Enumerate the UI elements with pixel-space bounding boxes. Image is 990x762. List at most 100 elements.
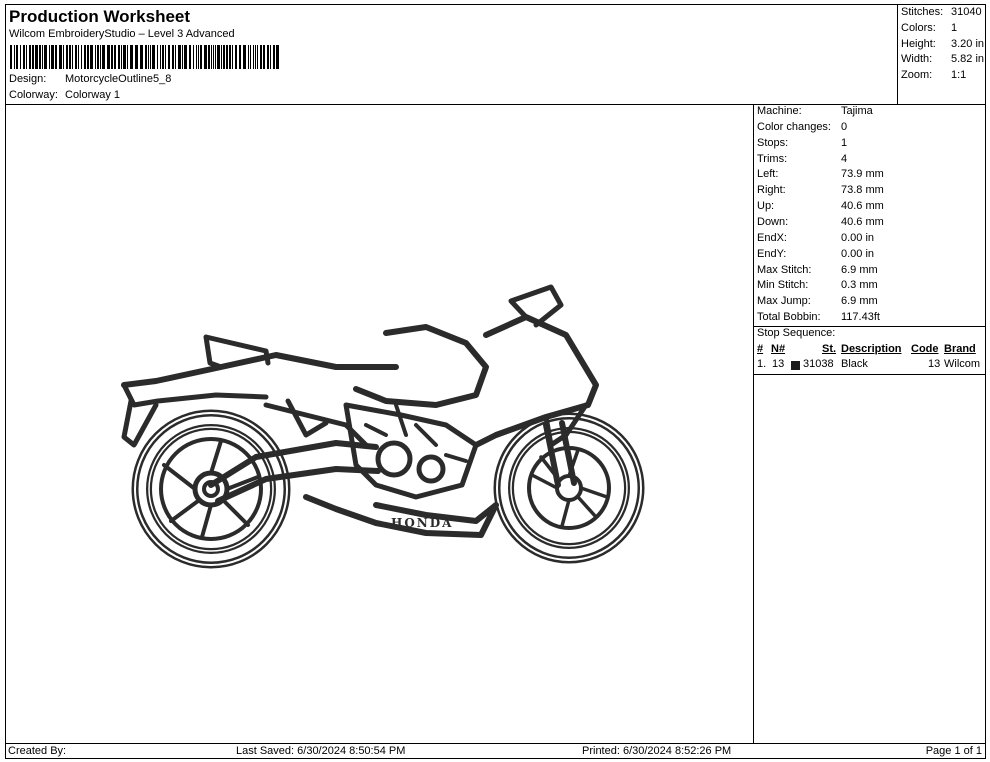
- info-label: Stops:: [757, 137, 789, 149]
- barcode-bar: [20, 45, 21, 69]
- barcode-bar: [114, 45, 116, 69]
- design-label: Design:: [9, 73, 47, 85]
- barcode-bar: [162, 45, 164, 69]
- barcode-bar: [35, 45, 38, 69]
- last-saved: Last Saved: 6/30/2024 8:50:54 PM: [236, 745, 406, 757]
- barcode-bar: [196, 45, 197, 69]
- barcode-bar: [248, 45, 249, 69]
- rear-wheel: [131, 409, 291, 569]
- colorway-name: Colorway 1: [65, 89, 121, 101]
- summary-label: Stitches:: [901, 6, 944, 18]
- summary-colors: Colors: 1: [901, 22, 957, 34]
- barcode-bar: [51, 45, 54, 69]
- col-code: Code: [911, 343, 939, 355]
- barcode-bar: [253, 45, 254, 69]
- col-needle: N#: [771, 343, 786, 355]
- worksheet-header: Production Worksheet Wilcom EmbroiderySt…: [6, 5, 897, 105]
- barcode-bar: [87, 45, 89, 69]
- info-row: Machine: Tajima: [757, 105, 873, 117]
- row-needle: 13: [772, 358, 785, 370]
- barcode-bar: [75, 45, 77, 69]
- barcode-bar: [152, 45, 155, 69]
- summary-value: 1: [951, 22, 958, 34]
- col-index: #: [757, 343, 764, 355]
- info-label: EndY:: [757, 248, 787, 260]
- barcode-bar: [226, 45, 228, 69]
- barcode-bar: [145, 45, 147, 69]
- page-number: Page 1 of 1: [925, 745, 982, 757]
- info-value: 1: [841, 137, 848, 149]
- worksheet-footer: Created By: Last Saved: 6/30/2024 8:50:5…: [6, 743, 985, 758]
- row-index: 1.: [757, 358, 767, 370]
- summary-label: Height:: [901, 38, 936, 50]
- front-wheel: [493, 412, 645, 564]
- barcode-bar: [211, 45, 212, 69]
- barcode-bar: [90, 45, 93, 69]
- info-value: 40.6 mm: [841, 200, 884, 212]
- barcode-bar: [215, 45, 216, 69]
- info-row: Total Bobbin: 117.43ft: [757, 311, 880, 323]
- barcode-bar: [107, 45, 110, 69]
- info-label: Trims:: [757, 153, 788, 165]
- info-row: Right: 73.8 mm: [757, 184, 884, 196]
- barcode-bar: [16, 45, 18, 69]
- tail-section: [121, 352, 399, 388]
- barcode-bar: [204, 45, 207, 69]
- barcode-bar: [193, 45, 194, 69]
- barcode-bar: [200, 45, 202, 69]
- info-row: Down: 40.6 mm: [757, 216, 884, 228]
- barcode-bar: [100, 45, 101, 69]
- colorway-label: Colorway:: [9, 89, 58, 101]
- barcode-bar: [208, 45, 210, 69]
- barcode-bar: [32, 45, 34, 69]
- summary-zoom: Zoom: 1:1: [901, 69, 966, 81]
- stop-sequence-title: Stop Sequence:: [757, 327, 836, 339]
- barcode-bar: [59, 45, 62, 69]
- stop-table-header: # N# St. Description Code Brand: [754, 343, 985, 359]
- barcode-bar: [130, 45, 133, 69]
- info-value: 6.9 mm: [841, 264, 878, 276]
- barcode-bar: [178, 45, 181, 69]
- col-stitches: St.: [822, 343, 837, 355]
- info-value: 73.9 mm: [841, 168, 884, 180]
- summary-stitches: Stitches: 31040: [901, 6, 982, 18]
- barcode-bar: [260, 45, 262, 69]
- created-by: Created By:: [8, 745, 67, 757]
- barcode-bar: [168, 45, 170, 69]
- barcode-bar: [165, 45, 166, 69]
- barcode-bar: [184, 45, 187, 69]
- barcode-bar: [150, 45, 151, 69]
- info-value: 0.00 in: [841, 248, 875, 260]
- barcode-bar: [148, 45, 149, 69]
- barcode-bar: [23, 45, 25, 69]
- barcode-bar: [127, 45, 128, 69]
- barcode-bar: [29, 45, 31, 69]
- barcode-bar: [63, 45, 64, 69]
- info-value: 0: [841, 121, 848, 133]
- summary-value: 31040: [951, 6, 982, 18]
- barcode-bar: [69, 45, 71, 69]
- barcode-bar: [118, 45, 120, 69]
- info-label: Color changes:: [757, 121, 831, 133]
- barcode-bar: [229, 45, 231, 69]
- barcode-bar: [273, 45, 275, 69]
- info-value: 73.8 mm: [841, 184, 884, 196]
- barcode-bar: [182, 45, 183, 69]
- page-title: Production Worksheet: [9, 7, 191, 26]
- design-name: MotorcycleOutline5_8: [65, 73, 172, 85]
- info-label: Right:: [757, 184, 786, 196]
- barcode-bar: [135, 45, 138, 69]
- barcode-bar: [26, 45, 27, 69]
- summary-label: Zoom:: [901, 69, 933, 81]
- divider: [754, 374, 985, 375]
- design-row: Design: MotorcycleOutline5_8: [9, 73, 171, 85]
- software-name: Wilcom EmbroideryStudio – Level 3 Advanc…: [9, 28, 235, 40]
- info-row: Max Jump: 6.9 mm: [757, 295, 878, 307]
- color-swatch: [791, 361, 800, 370]
- barcode-bar: [123, 45, 126, 69]
- barcode-bar: [14, 45, 15, 69]
- info-label: Machine:: [757, 105, 802, 117]
- barcode-bar: [72, 45, 73, 69]
- info-label: Down:: [757, 216, 789, 228]
- barcode: [10, 45, 286, 69]
